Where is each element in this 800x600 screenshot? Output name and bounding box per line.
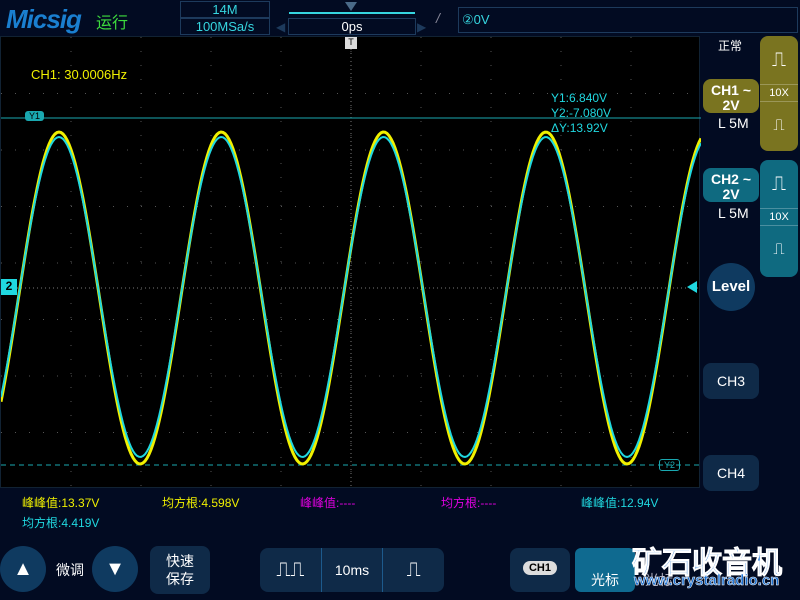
trigger-info[interactable]: ②0V bbox=[458, 7, 798, 33]
y1-readout: Y1:6.840V bbox=[551, 91, 608, 105]
quick-save-line1: 快速 bbox=[166, 553, 194, 569]
timebase-decrease-icon[interactable]: ⎍⎍ bbox=[260, 548, 322, 592]
cursor-y1-label[interactable]: Y1 bbox=[25, 111, 45, 121]
ch3-button[interactable]: CH3 bbox=[703, 363, 759, 399]
ch1-coupling: L 5M bbox=[718, 115, 749, 131]
timebase-value: 10ms bbox=[322, 548, 384, 592]
ch1-name: CH1 ~ bbox=[710, 82, 752, 98]
up-arrow-icon: ▲ bbox=[13, 558, 33, 580]
pulse-narrow-icon[interactable]: ⎍ bbox=[760, 226, 798, 274]
y2-readout: Y2:-7.080V bbox=[551, 106, 612, 120]
waveform-display[interactable]: CH1: 30.0006Hz Y1:6.840V Y2:-7.080V ΔY:1… bbox=[0, 36, 701, 489]
ch2-probe-panel[interactable]: ⎍ 10X ⎍ bbox=[760, 160, 798, 277]
cursor-source-button[interactable]: CH1 bbox=[510, 548, 570, 592]
ch3-vpp: 峰峰值:---- bbox=[300, 496, 356, 510]
ch2-probe: 10X bbox=[760, 208, 798, 226]
fine-adjust-label: 微调 bbox=[56, 562, 84, 578]
ch1-vpp: 峰峰值:13.37V bbox=[22, 496, 100, 510]
ch2-button[interactable]: CH2 ~2V bbox=[703, 168, 759, 202]
ch1-probe: 10X bbox=[760, 84, 798, 102]
watermark-url: www.crystalradio.cn bbox=[634, 572, 780, 590]
quick-save-button[interactable]: 快速 保存 bbox=[150, 546, 210, 594]
frequency-readout: CH1: 30.0006Hz bbox=[31, 67, 128, 82]
ch1-button[interactable]: CH1 ~2V bbox=[703, 79, 759, 113]
ch1-scale: 2V bbox=[722, 97, 740, 113]
pulse-wide-icon[interactable]: ⎍ bbox=[760, 36, 798, 84]
acquisition-mode[interactable]: 正常 bbox=[718, 37, 742, 54]
ch1-probe-panel[interactable]: ⎍ 10X ⎍ bbox=[760, 36, 798, 151]
timebase-control[interactable]: ⎍⎍ 10ms ⎍ bbox=[260, 548, 444, 592]
ch2-vpp: 峰峰值:12.94V bbox=[581, 496, 659, 510]
trigger-time-marker[interactable]: T bbox=[345, 37, 357, 49]
memory-depth[interactable]: 14M bbox=[180, 1, 270, 18]
sample-rate[interactable]: 100MSa/s bbox=[180, 18, 270, 35]
fine-down-button[interactable]: ▼ bbox=[92, 546, 138, 592]
ch2-ground-marker[interactable]: 2 bbox=[1, 279, 17, 295]
ch4-button[interactable]: CH4 bbox=[703, 455, 759, 491]
rising-edge-icon[interactable]: / bbox=[436, 10, 440, 26]
ch2-rms: 均方根:4.419V bbox=[22, 516, 100, 530]
ch2-coupling: L 5M bbox=[718, 205, 749, 221]
pulse-narrow-icon[interactable]: ⎍ bbox=[760, 102, 798, 150]
memory-position-bar[interactable] bbox=[289, 12, 415, 14]
right-arrow-icon[interactable]: ▶ bbox=[417, 20, 426, 34]
dy-readout: ΔY:13.92V bbox=[551, 121, 608, 135]
ch3-rms: 均方根:---- bbox=[441, 496, 497, 510]
time-offset[interactable]: 0ps bbox=[288, 18, 416, 35]
left-arrow-icon[interactable]: ◀ bbox=[276, 20, 285, 34]
brand-logo: Micsig bbox=[6, 4, 82, 34]
cursor-source-label: CH1 bbox=[522, 561, 557, 575]
ch2-scale: 2V bbox=[722, 186, 740, 202]
cursor-label: 光标 bbox=[591, 572, 619, 588]
level-knob[interactable]: Level bbox=[707, 263, 755, 311]
trigger-level-marker[interactable] bbox=[687, 281, 697, 293]
ch2-name: CH2 ~ bbox=[710, 171, 752, 187]
quick-save-line2: 保存 bbox=[166, 571, 194, 587]
cursor-y2-label[interactable]: Y2 bbox=[659, 459, 681, 471]
trigger-position-icon bbox=[345, 2, 357, 11]
pulse-wide-icon[interactable]: ⎍ bbox=[760, 160, 798, 208]
cursor-button[interactable]: 光标 bbox=[575, 548, 635, 592]
fine-up-button[interactable]: ▲ bbox=[0, 546, 46, 592]
ch1-rms: 均方根:4.598V bbox=[162, 496, 240, 510]
down-arrow-icon: ▼ bbox=[105, 558, 125, 580]
run-status[interactable]: 运行 bbox=[96, 9, 128, 33]
timebase-increase-icon[interactable]: ⎍ bbox=[383, 548, 444, 592]
cursor-readout: Y1:6.840V Y2:-7.080V ΔY:13.92V bbox=[551, 91, 611, 136]
